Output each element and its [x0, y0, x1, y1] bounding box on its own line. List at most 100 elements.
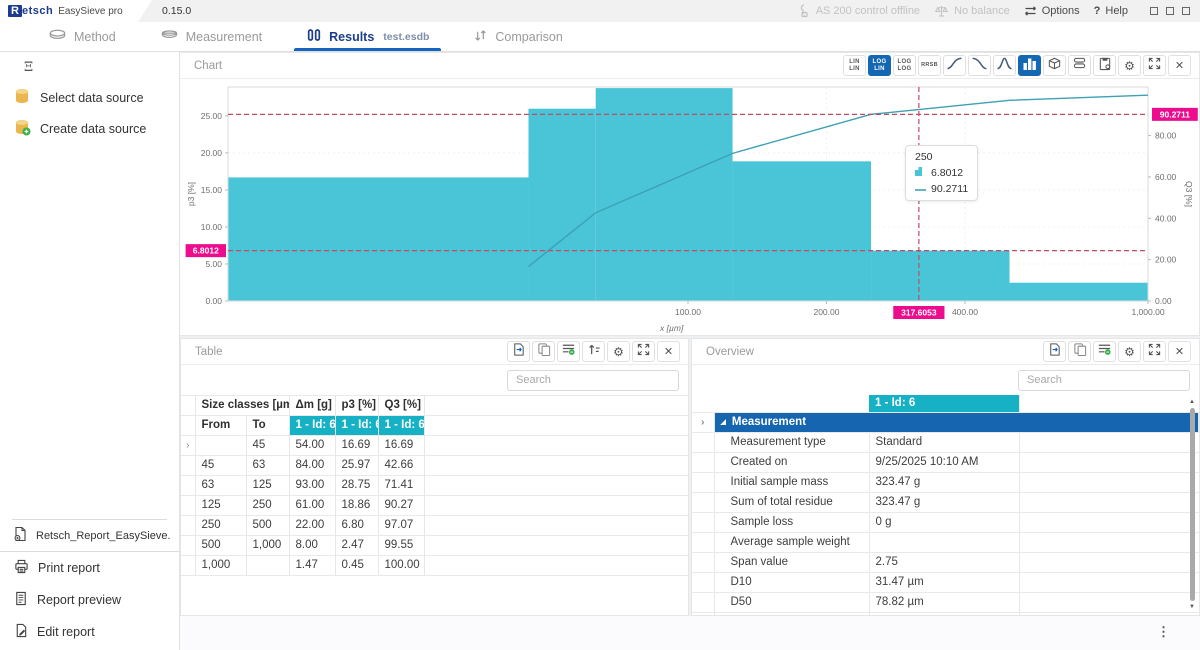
box-view-button[interactable] [1043, 55, 1066, 76]
series-header[interactable]: 1 - Id: 6 [335, 416, 378, 436]
overview-export-button[interactable] [1043, 341, 1066, 362]
tab-results[interactable]: Results test.esdb [284, 22, 451, 51]
minimize-button[interactable] [1150, 7, 1158, 15]
balance-status-label: No balance [954, 5, 1010, 17]
scale-lin-lin-button[interactable]: LIN LIN [843, 55, 866, 76]
table-row[interactable]: 1,0001.470.45100.00 [181, 556, 688, 576]
chart-panel-title: Chart [194, 60, 222, 72]
scroll-up-icon[interactable]: ▲ [1189, 397, 1195, 407]
retained-curve-button[interactable] [968, 55, 991, 76]
density-curve-button[interactable] [993, 55, 1016, 76]
edit-report-button[interactable]: Edit report [0, 616, 179, 648]
overview-toolbar: ⚙ ✕ [1043, 341, 1191, 362]
overview-row[interactable]: Sum of total residue323.47 g [692, 493, 1199, 513]
table-row[interactable]: 5001,0008.002.4799.55 [181, 536, 688, 556]
scale-log-lin-button[interactable]: LOG LIN [868, 55, 891, 76]
overview-row[interactable]: Measurement typeStandard [692, 433, 1199, 453]
cumulative-curve-icon [946, 57, 963, 75]
table-row[interactable]: 6312593.0028.7571.41 [181, 476, 688, 496]
overview-row[interactable]: Sample loss0 g [692, 513, 1199, 533]
chart-panel: Chart LIN LIN LOG LIN LOG LOG [180, 52, 1200, 336]
comparison-icon [473, 28, 488, 46]
svg-text:20.00: 20.00 [1155, 255, 1177, 265]
close-window-button[interactable] [1182, 7, 1190, 15]
overview-scrollbar[interactable]: ▲ ▼ [1187, 397, 1197, 612]
table-row[interactable]: 25050022.006.8097.07 [181, 516, 688, 536]
product-name: EasySieve pro [58, 6, 122, 17]
overview-row[interactable]: D5078.82 µm [692, 593, 1199, 613]
col-from[interactable]: From [195, 416, 246, 436]
gear-icon: ⚙ [1124, 346, 1135, 358]
table-search-input[interactable] [507, 370, 679, 391]
options-button[interactable]: Options [1024, 5, 1080, 17]
table-fullscreen-button[interactable] [632, 341, 655, 362]
col-q3[interactable]: Q3 [%] [378, 396, 424, 416]
chart-fullscreen-button[interactable] [1143, 55, 1166, 76]
overview-close-button[interactable]: ✕ [1168, 341, 1191, 362]
scale-rrsb-button[interactable]: RRSB [918, 55, 941, 76]
overview-settings-button[interactable]: ⚙ [1118, 341, 1141, 362]
table-row[interactable]: ›4554.0016.6916.69 [181, 436, 688, 456]
scrollbar-thumb[interactable] [1190, 408, 1195, 601]
overview-row[interactable]: Average sample weight [692, 533, 1199, 553]
overview-series-header[interactable]: 1 - Id: 6 [869, 395, 1019, 413]
col-size-classes[interactable]: Size classes [µm] [195, 396, 289, 416]
overview-row[interactable]: Span value2.75 [692, 553, 1199, 573]
overview-section-row[interactable]: ›◢Measurement [692, 413, 1199, 433]
measurement-sieve-icon [160, 28, 179, 45]
tab-measurement[interactable]: Measurement [138, 22, 284, 51]
series-header[interactable]: 1 - Id: 6 [378, 416, 424, 436]
panel-pin-icon[interactable]: Ξ [24, 60, 33, 75]
table-copy-button[interactable] [532, 341, 555, 362]
help-button[interactable]: ? Help [1094, 5, 1128, 17]
report-preview-button[interactable]: Report preview [0, 584, 179, 616]
table-sort-button[interactable] [582, 341, 605, 362]
copy-icon [537, 342, 551, 361]
overview-row[interactable]: D1031.47 µm [692, 573, 1199, 593]
maximize-button[interactable] [1166, 7, 1174, 15]
print-report-button[interactable]: Print report [0, 552, 179, 584]
chart-area[interactable]: 0.005.0010.0015.0020.0025.000.0020.0040.… [180, 79, 1199, 337]
col-p3[interactable]: p3 [%] [335, 396, 378, 416]
create-data-source-button[interactable]: Create data source [0, 113, 179, 144]
chart-settings-button[interactable]: ⚙ [1118, 55, 1141, 76]
select-data-source-button[interactable]: Select data source [0, 82, 179, 113]
chart-close-button[interactable]: ✕ [1168, 55, 1191, 76]
scale-log-log-button[interactable]: LOG LOG [893, 55, 916, 76]
chart-tooltip: 250 6.8012 90.2711 [905, 145, 978, 201]
overview-row-options-button[interactable] [1093, 341, 1116, 362]
scroll-down-icon[interactable]: ▼ [1189, 602, 1195, 612]
document-edit-icon [14, 623, 28, 641]
table-row[interactable]: 12525061.0018.8690.27 [181, 496, 688, 516]
overview-search-input[interactable] [1018, 370, 1190, 391]
report-template-icon [13, 526, 28, 545]
table-settings-button[interactable]: ⚙ [607, 341, 630, 362]
overview-row[interactable]: Created on9/25/2025 10:10 AM [692, 453, 1199, 473]
table-export-button[interactable] [507, 341, 530, 362]
report-template-selector[interactable]: Retsch_Report_EasySieve. [0, 520, 179, 551]
tab-comparison[interactable]: Comparison [451, 22, 584, 51]
table-close-button[interactable]: ✕ [657, 341, 680, 362]
logo-text: etsch [22, 5, 53, 17]
q3-curve-button[interactable] [943, 55, 966, 76]
table-row-options-button[interactable] [557, 341, 580, 362]
clipboard-settings-button[interactable] [1093, 55, 1116, 76]
overview-panel: Overview ⚙ ✕ [691, 338, 1200, 616]
more-options-icon[interactable]: ⋮ [1157, 624, 1170, 640]
svg-text:x [µm]: x [µm] [659, 323, 684, 333]
overview-fullscreen-button[interactable] [1143, 341, 1166, 362]
overview-copy-button[interactable] [1068, 341, 1091, 362]
col-dm[interactable]: Δm [g] [289, 396, 335, 416]
histogram-button[interactable] [1018, 55, 1041, 76]
svg-text:400.00: 400.00 [952, 307, 978, 317]
series-header[interactable]: 1 - Id: 6 [289, 416, 335, 436]
col-to[interactable]: To [246, 416, 289, 436]
table-row[interactable]: 456384.0025.9742.66 [181, 456, 688, 476]
balance-status: No balance [934, 4, 1010, 18]
sieve-stack-button[interactable] [1068, 55, 1091, 76]
overview-row[interactable]: Initial sample mass323.47 g [692, 473, 1199, 493]
options-icon [1024, 5, 1037, 17]
tab-method[interactable]: Method [26, 22, 138, 51]
clipboard-icon [1098, 56, 1112, 76]
section-expanded-icon[interactable]: ◢ [721, 419, 726, 426]
